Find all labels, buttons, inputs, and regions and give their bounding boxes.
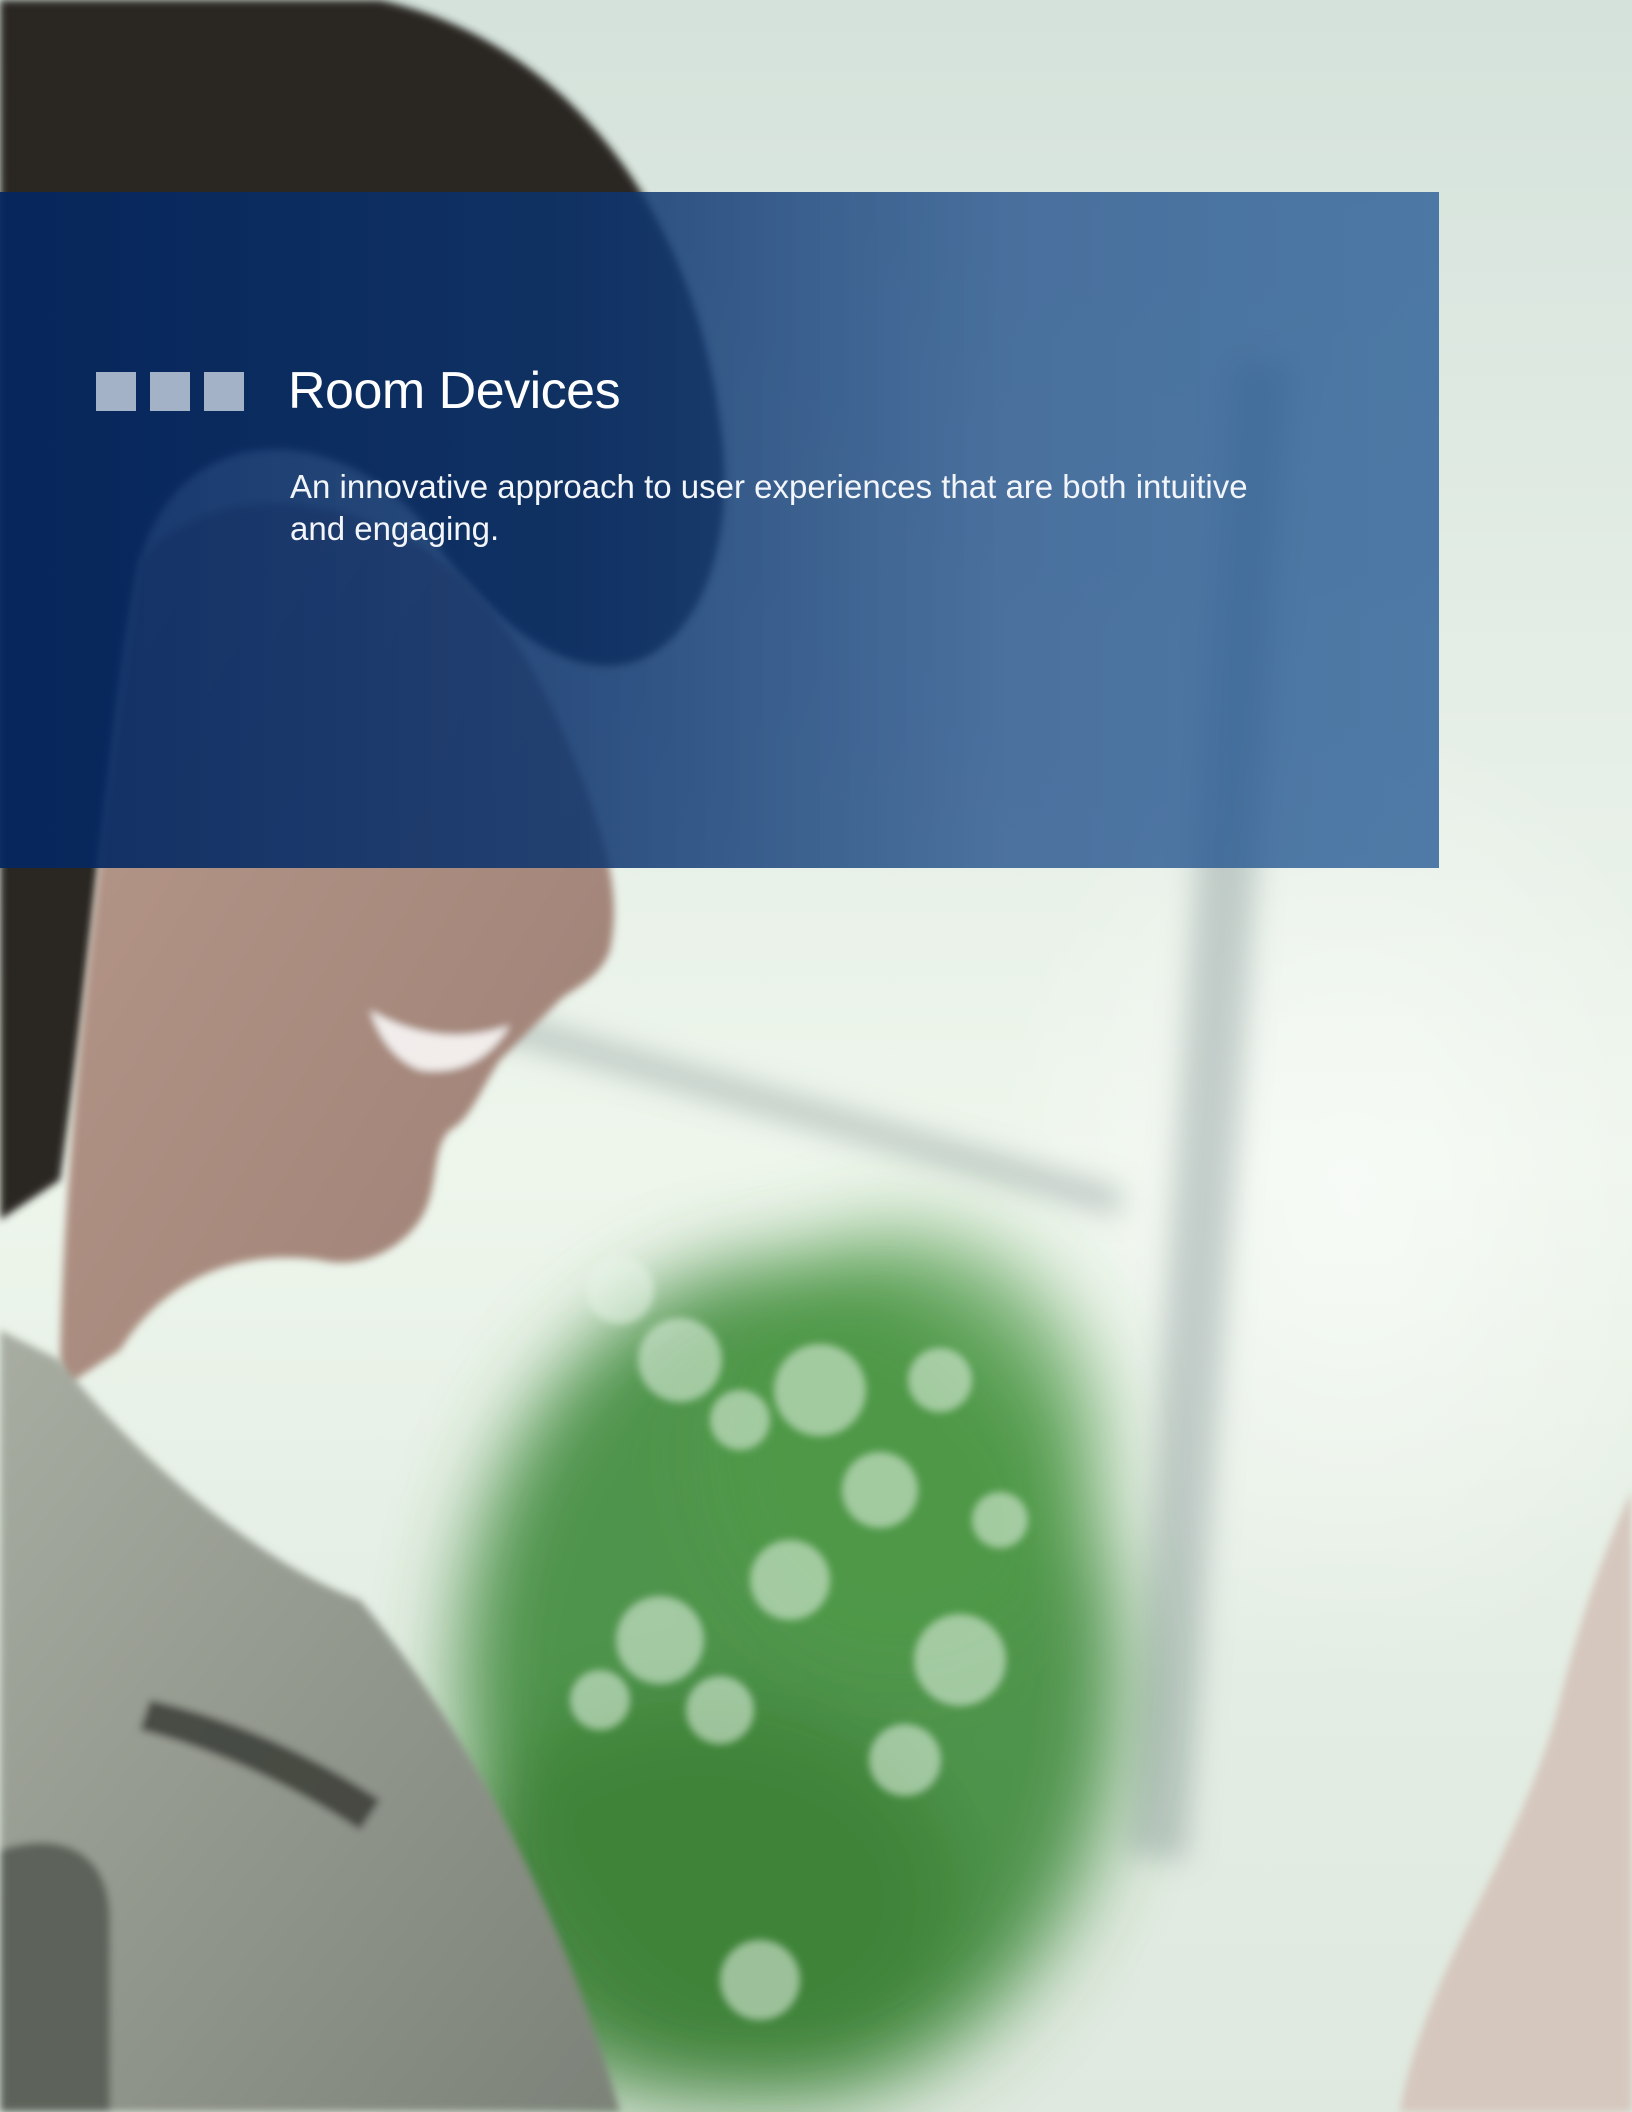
page-title: Room Devices xyxy=(288,362,621,420)
square-icon xyxy=(204,372,244,411)
page-subtitle: An innovative approach to user experienc… xyxy=(290,468,1248,547)
square-icon xyxy=(96,372,136,411)
decorative-squares xyxy=(96,372,244,411)
square-icon xyxy=(150,372,190,411)
